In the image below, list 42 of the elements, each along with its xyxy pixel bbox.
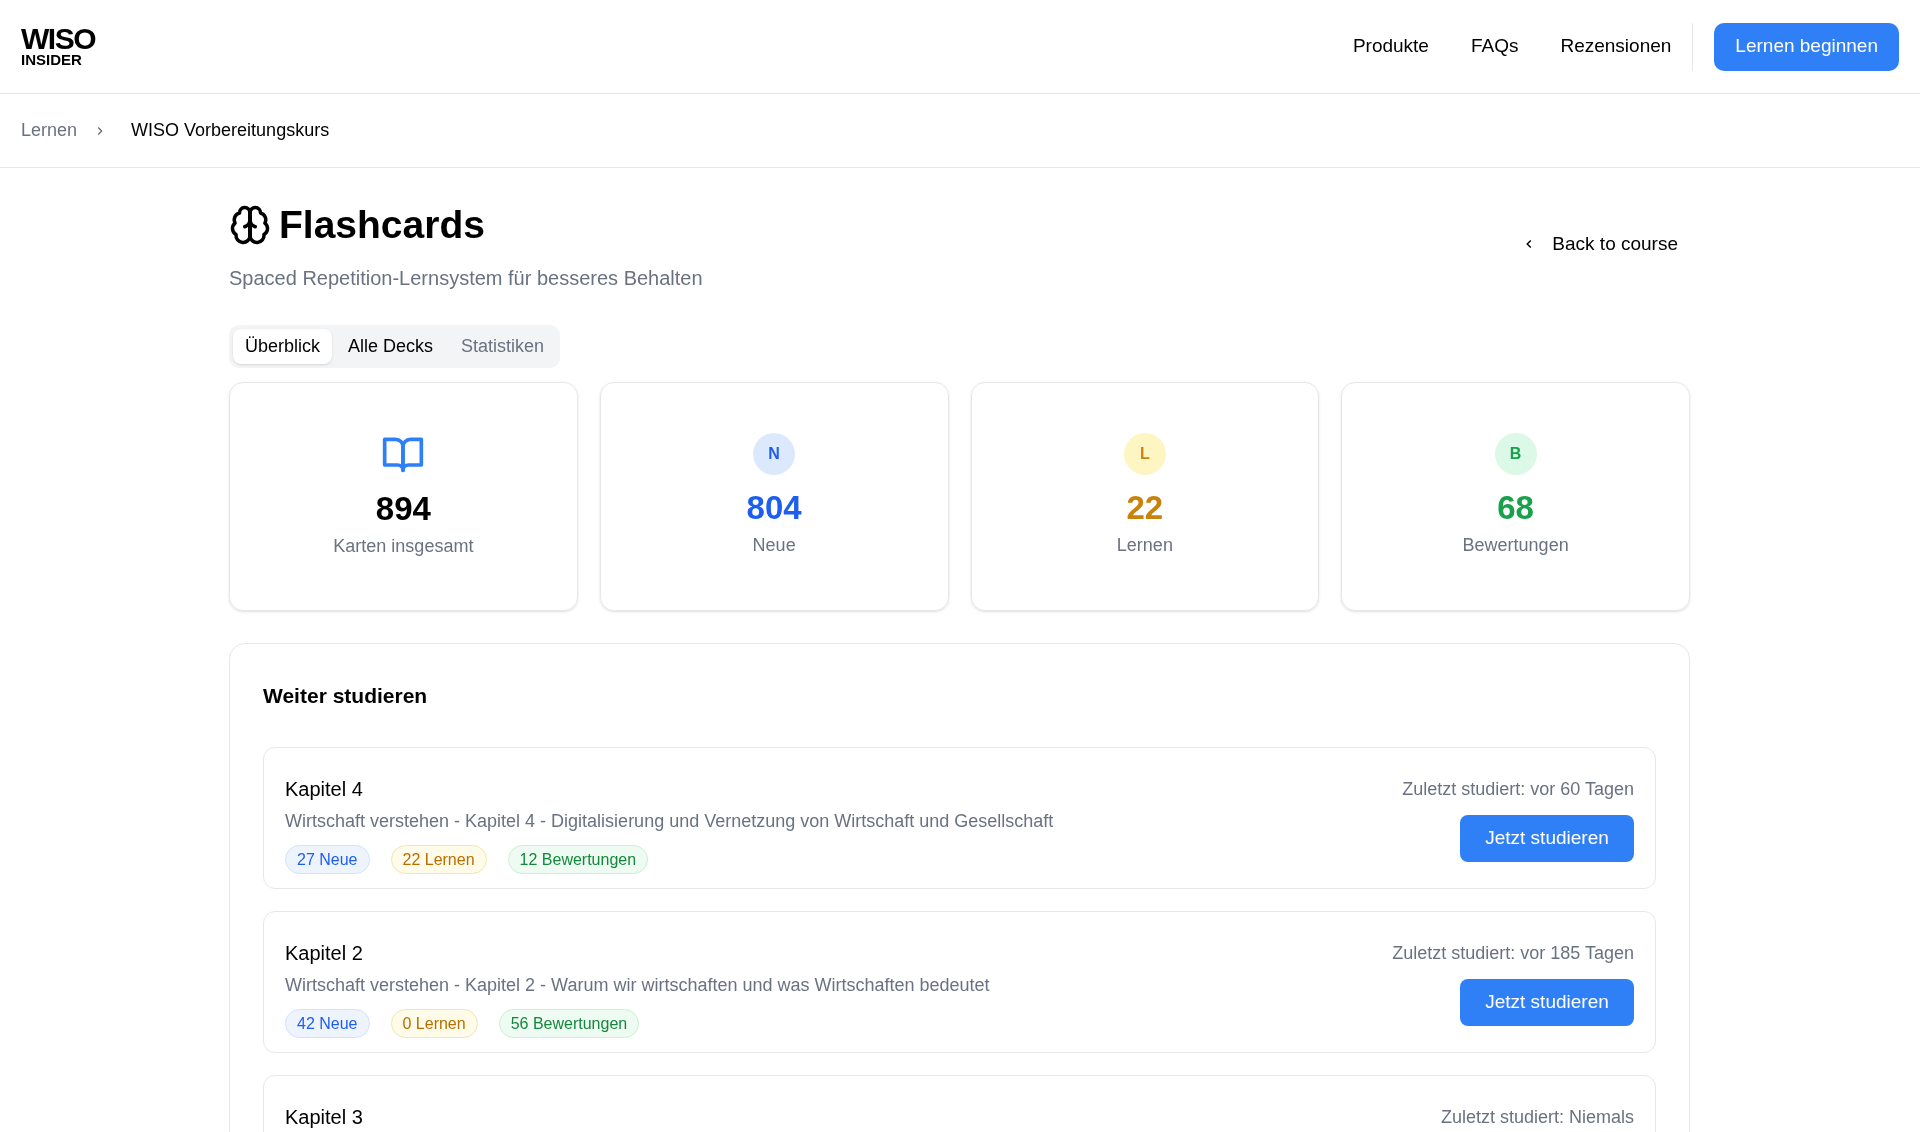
letter-badge: L	[1123, 432, 1166, 475]
study-now-button[interactable]: Jetzt studieren	[1460, 815, 1634, 862]
breadcrumb-link[interactable]: WISO Vorbereitungskurs	[131, 117, 330, 144]
page-title: Flashcards	[279, 202, 485, 248]
stat-label: Lernen	[1116, 534, 1173, 558]
count-tag: 42 Neue	[285, 1009, 370, 1038]
count-tag: 27 Neue	[285, 845, 370, 874]
stat-label: Karten insgesamt	[333, 535, 474, 559]
tab[interactable]: Überblick	[233, 328, 333, 364]
letter-badge: N	[753, 432, 796, 475]
stat-label: Bewertungen	[1462, 534, 1569, 558]
last-studied: Zuletzt studiert: vor 60 Tagen	[1402, 778, 1634, 801]
nav-link[interactable]: Produkte	[1352, 32, 1429, 61]
study-now-button[interactable]: Jetzt studieren	[1460, 979, 1634, 1026]
count-tag: 12 Bewertungen	[507, 845, 649, 874]
tab[interactable]: Alle Decks	[336, 328, 446, 364]
count-tag: 22 Lernen	[390, 845, 487, 874]
deck-name: Kapitel 4	[285, 777, 364, 802]
logo-text[interactable]: INSIDER	[21, 52, 95, 67]
last-studied: Zuletzt studiert: Niemals	[1440, 1106, 1634, 1129]
stat-value: 22	[1126, 487, 1164, 528]
brain-icon	[229, 204, 271, 247]
deck-name: Kapitel 3	[285, 1105, 363, 1130]
last-studied: Zuletzt studiert: vor 185 Tagen	[1392, 942, 1634, 965]
count-tag: 0 Lernen	[390, 1009, 478, 1038]
letter-badge: B	[1494, 432, 1537, 475]
page-subtitle: Spaced Repetition-Lernsystem für besseres Behalten	[229, 265, 703, 291]
count-tag: 56 Bewertungen	[498, 1009, 640, 1038]
nav-link[interactable]: FAQs	[1470, 32, 1519, 61]
start-learning-button[interactable]: Lernen beginnen	[1714, 22, 1899, 71]
stat-label: Neue	[752, 534, 796, 558]
nav-link[interactable]: Rezensionen	[1560, 32, 1672, 61]
stat-value: 894	[375, 488, 431, 529]
section-title: Weiter studieren	[263, 682, 429, 709]
breadcrumb-link[interactable]: Lernen	[21, 117, 78, 144]
deck-description: Wirtschaft verstehen - Kapitel 4 - Digitalisierung und Vernetzung von Wirtschaft und Gesellschaft	[285, 810, 1054, 833]
deck-description: Wirtschaft verstehen - Kapitel 2 - Warum wir wirtschaften und was Wirtschaften bedeutet	[285, 974, 990, 997]
stat-value: 804	[746, 487, 802, 528]
logo-text[interactable]: WISO	[21, 26, 95, 52]
deck-name: Kapitel 2	[285, 941, 364, 966]
back-link[interactable]: Back to course	[1522, 230, 1678, 259]
stat-value: 68	[1497, 487, 1534, 528]
